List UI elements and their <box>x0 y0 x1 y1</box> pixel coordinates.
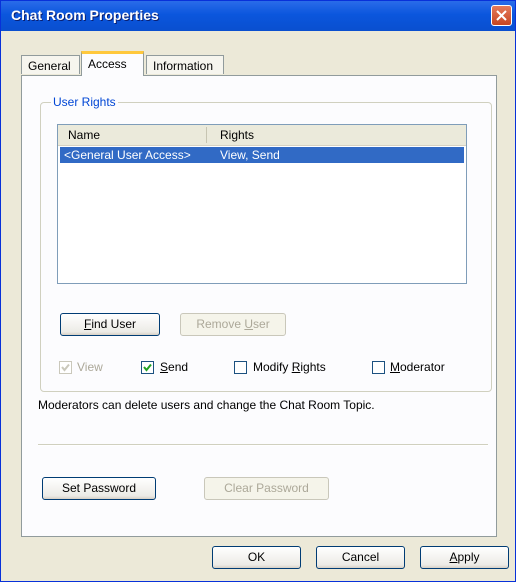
separator <box>38 444 488 446</box>
user-rights-list[interactable]: Name Rights <General User Access> View, … <box>57 124 467 284</box>
list-item[interactable]: <General User Access> View, Send <box>60 147 464 163</box>
tab-general-label: General <box>28 59 71 73</box>
title-bar[interactable]: Chat Room Properties <box>1 1 515 31</box>
moderator-mnemonic: M <box>390 360 400 374</box>
moderator-checkbox[interactable] <box>372 361 385 374</box>
remove-user-label-post: ser <box>253 317 270 331</box>
column-header-name[interactable]: Name <box>68 128 100 142</box>
column-separator[interactable] <box>206 127 207 143</box>
clear-password-button[interactable]: Clear Password <box>204 477 329 500</box>
tab-access-label: Access <box>88 57 127 71</box>
list-item-rights: View, Send <box>220 148 280 162</box>
remove-user-mnemonic: U <box>244 317 254 331</box>
moderator-info-text: Moderators can delete users and change t… <box>38 398 375 412</box>
checkmark-icon <box>143 363 152 372</box>
send-label-post: end <box>168 360 189 374</box>
send-checkbox-label: Send <box>160 360 188 374</box>
access-tab-panel: User Rights Name Rights <General User Ac… <box>21 75 497 537</box>
modify-rights-checkbox-label: Modify Rights <box>253 360 326 374</box>
modify-label-post: ights <box>300 360 326 374</box>
tab-information[interactable]: Information <box>146 55 224 74</box>
set-password-button[interactable]: Set Password <box>42 477 156 500</box>
checkmark-icon <box>61 363 70 372</box>
remove-user-label-pre: Remove <box>196 317 245 331</box>
tab-general[interactable]: General <box>21 55 80 74</box>
user-rights-group-label: User Rights <box>51 95 118 109</box>
send-mnemonic: S <box>160 360 169 374</box>
tab-access[interactable]: Access <box>81 51 144 76</box>
moderator-label-post: oderator <box>400 360 445 374</box>
modify-rights-checkbox[interactable] <box>234 361 247 374</box>
modify-label-pre: Modify <box>253 360 292 374</box>
moderator-checkbox-label: Moderator <box>390 360 445 374</box>
apply-button[interactable]: Apply <box>420 546 509 569</box>
view-checkbox-label: View <box>77 360 103 374</box>
ok-button[interactable]: OK <box>212 546 301 569</box>
close-icon <box>496 10 507 21</box>
list-header: Name Rights <box>58 125 466 146</box>
column-header-rights[interactable]: Rights <box>220 128 254 142</box>
cancel-button[interactable]: Cancel <box>316 546 405 569</box>
send-checkbox[interactable] <box>141 361 154 374</box>
find-user-button[interactable]: Find User <box>60 313 160 336</box>
tab-information-label: Information <box>153 59 214 73</box>
view-checkbox[interactable] <box>59 361 72 374</box>
chat-room-properties-dialog: Chat Room Properties General Access Info… <box>0 0 516 582</box>
window-title: Chat Room Properties <box>11 7 159 23</box>
list-item-name: <General User Access> <box>64 148 191 162</box>
close-button[interactable] <box>491 5 512 26</box>
apply-label-post: pply <box>457 550 480 564</box>
remove-user-button[interactable]: Remove User <box>180 313 286 336</box>
find-user-label: ind User <box>91 317 137 331</box>
apply-mnemonic: A <box>449 550 458 564</box>
